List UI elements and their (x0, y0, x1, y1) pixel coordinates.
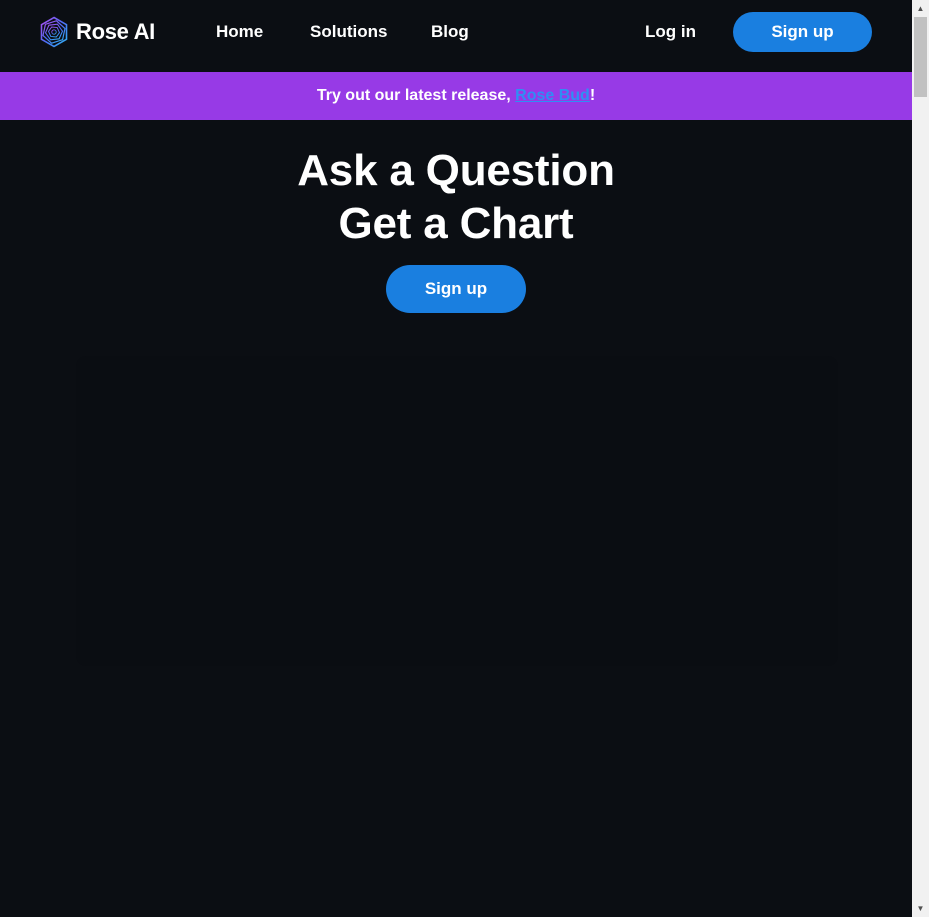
rose-bud-link[interactable]: Rose Bud (515, 87, 590, 104)
nav-home-link[interactable]: Home (216, 20, 263, 44)
scroll-up-arrow-icon[interactable]: ▲ (912, 0, 929, 17)
hero-section: Ask a Question Get a Chart Sign up (0, 120, 912, 313)
hero-headline-line-2: Get a Chart (338, 199, 574, 248)
hero-headline-line-1: Ask a Question (297, 146, 615, 195)
demo-panel (76, 356, 838, 666)
brand-name: Rose AI (76, 19, 155, 44)
banner-text-suffix: ! (589, 87, 596, 104)
login-link[interactable]: Log in (645, 20, 696, 44)
vertical-scrollbar[interactable]: ▲ ▼ (912, 0, 929, 917)
scroll-down-arrow-icon[interactable]: ▼ (912, 900, 929, 917)
site-header: Rose AI Home Solutions Blog Log in Sign … (0, 0, 912, 72)
banner-text-prefix: Try out our latest release, (316, 87, 516, 104)
brand-home-link[interactable]: Rose AI (38, 15, 155, 49)
scrollbar-thumb[interactable] (914, 17, 927, 97)
nav-blog-link[interactable]: Blog (431, 20, 469, 44)
release-banner: Try out our latest release, Rose Bud! (0, 72, 912, 120)
page: Rose AI Home Solutions Blog Log in Sign … (0, 0, 912, 917)
header-signup-button[interactable]: Sign up (733, 12, 872, 52)
nav-solutions-link[interactable]: Solutions (310, 20, 387, 44)
hero-signup-button[interactable]: Sign up (386, 265, 526, 313)
hexagon-spiral-logo-icon (40, 16, 68, 48)
